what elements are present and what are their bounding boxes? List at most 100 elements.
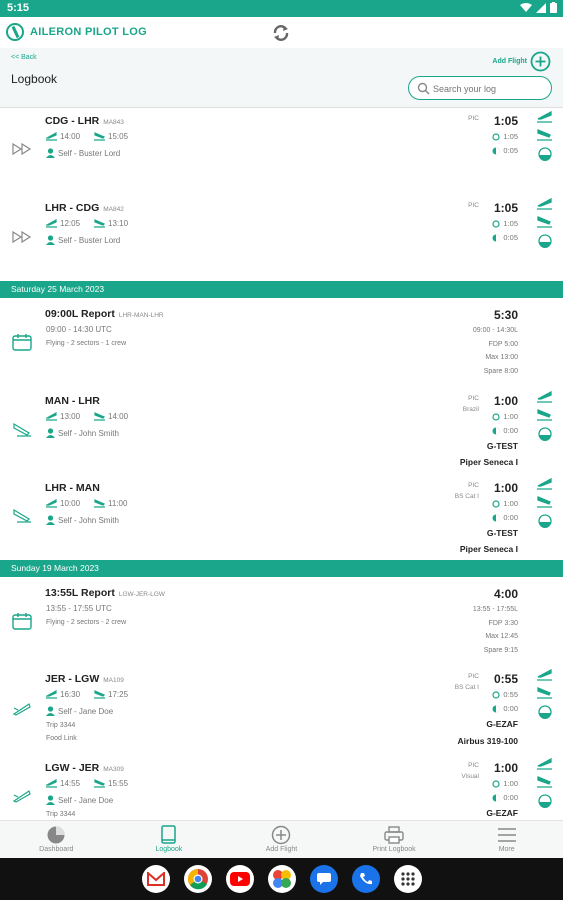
bottom-nav: Dashboard Logbook Add Flight Print Logbo… (0, 820, 563, 858)
half-circle-icon[interactable] (537, 794, 552, 808)
times-line: 12:05 13:10 (46, 219, 128, 228)
times-line: 14:00 15:05 (46, 132, 128, 141)
gmail-app-icon[interactable] (141, 865, 170, 893)
page-title: Logbook (11, 72, 58, 86)
plane-landing-icon (13, 508, 31, 523)
duty-block-time: 5:30 (493, 308, 518, 322)
logbook-toolbar: << Back Logbook Add Flight (0, 48, 563, 108)
landing-action-icon[interactable] (537, 496, 552, 508)
aircraft-registration: G-TEST (486, 528, 518, 538)
pic-time: 1:00 (492, 779, 518, 788)
duty-fdp: FDP 3:30 (488, 619, 518, 627)
crew-name: Self - Jane Doe (58, 795, 114, 805)
duty-row[interactable]: 09:00L Report LHR-MAN-LHR 09:00 - 14:30 U… (0, 298, 563, 386)
half-circle-icon[interactable] (537, 427, 552, 441)
takeoff-action-icon[interactable] (537, 478, 552, 490)
takeoff-action-icon[interactable] (537, 198, 552, 210)
logbook-list[interactable]: CDG - LHR MA843 14:00 15:05 Self - Buster… (0, 108, 563, 820)
landing-icon (94, 779, 106, 788)
pie-chart-icon (47, 826, 65, 844)
half-circle-icon[interactable] (537, 514, 552, 528)
landing-action-icon[interactable] (537, 409, 552, 421)
nav-more[interactable]: More (450, 821, 563, 858)
duty-title: 09:00L Report LHR-MAN-LHR (45, 308, 164, 320)
aileron-logo-icon (6, 23, 24, 41)
landing-action-icon[interactable] (537, 216, 552, 228)
fast-forward-icon (12, 143, 32, 155)
landing-icon (94, 412, 106, 421)
plane-landing-icon (13, 422, 31, 437)
approach-label: BS Cat I (454, 684, 479, 691)
arr-time: 11:00 (108, 499, 128, 508)
duty-row[interactable]: 13:55L Report LGW-JER-LGW 13:55 - 17:55 U… (0, 577, 563, 663)
takeoff-action-icon[interactable] (537, 391, 552, 403)
nav-print-logbook[interactable]: Print Logbook (338, 821, 451, 858)
flight-number: MA843 (103, 119, 124, 126)
moon-icon (492, 147, 500, 154)
moon-icon (492, 794, 500, 801)
route-label: LHR - CDG MA842 (45, 202, 124, 214)
chrome-app-icon[interactable] (183, 865, 212, 893)
date-section-header: Sunday 19 March 2023 (0, 560, 563, 577)
duty-route-tag: LHR-MAN-LHR (118, 312, 164, 319)
night-time: 0:05 (492, 146, 518, 155)
phone-app-icon[interactable] (351, 865, 380, 893)
role-label: PIC (468, 482, 479, 489)
takeoff-action-icon[interactable] (537, 111, 552, 123)
crew-name: Self - Buster Lord (58, 235, 121, 245)
dep-time: 16:30 (60, 690, 81, 699)
block-time: 1:00 (493, 394, 518, 408)
aircraft-registration: G-EZAF (486, 808, 518, 818)
flight-row[interactable]: LHR - CDG MA842 12:05 13:10 Self - Buster… (0, 195, 563, 281)
landing-icon (94, 499, 106, 508)
moon-icon (492, 234, 500, 241)
moon-icon (492, 514, 500, 521)
search-input[interactable] (433, 81, 545, 96)
nav-more-label: More (498, 846, 515, 853)
nav-logbook[interactable]: Logbook (113, 821, 226, 858)
duty-max: Max 13:00 (485, 354, 518, 362)
flight-row[interactable]: CDG - LHR MA843 14:00 15:05 Self - Buster… (0, 108, 563, 195)
messages-app-icon[interactable] (309, 865, 338, 893)
nav-print-logbook-label: Print Logbook (372, 846, 416, 853)
half-circle-icon[interactable] (537, 234, 552, 248)
half-circle-icon[interactable] (537, 147, 552, 161)
sync-icon[interactable] (271, 23, 291, 43)
landing-action-icon[interactable] (537, 129, 552, 141)
arr-time: 14:00 (108, 412, 129, 421)
takeoff-action-icon[interactable] (537, 758, 552, 770)
nav-dashboard[interactable]: Dashboard (0, 821, 113, 858)
duty-route-tag: LGW-JER-LGW (118, 591, 165, 598)
app-drawer-icon[interactable] (393, 865, 422, 893)
youtube-app-icon[interactable] (225, 865, 254, 893)
flight-row[interactable]: LGW - JER MA309 14:55 15:55 Self - Jane D… (0, 753, 563, 820)
landing-action-icon[interactable] (537, 776, 552, 788)
plane-takeoff-icon (12, 703, 31, 716)
crew-name: Self - Buster Lord (58, 148, 121, 158)
person-icon (46, 706, 55, 716)
search-box[interactable] (408, 76, 552, 100)
crew-name: Self - Jane Doe (58, 706, 114, 716)
sun-icon (492, 779, 500, 788)
duty-summary: 5:30 09:00 - 14:30L FDP 5:00 Max 13:00 S… (473, 306, 518, 378)
nav-add-flight-label: Add Flight (265, 846, 298, 853)
takeoff-action-icon[interactable] (537, 669, 552, 681)
aircraft-registration: G-TEST (486, 441, 518, 451)
add-flight-top-button[interactable]: Add Flight (492, 51, 551, 72)
approach-label: BS Cat I (454, 493, 479, 500)
menu-icon (497, 828, 516, 842)
crew-line: Self - John Smith (46, 428, 119, 438)
night-time: 0:00 (492, 513, 518, 522)
flight-row[interactable]: MAN - LHR 13:00 14:00 Self - John Smith … (0, 386, 563, 474)
nav-add-flight[interactable]: Add Flight (225, 821, 338, 858)
trip-label: Trip 3344 (46, 722, 76, 729)
person-icon (46, 235, 55, 245)
photos-app-icon[interactable] (267, 865, 296, 893)
landing-action-icon[interactable] (537, 687, 552, 699)
block-time: 0:55 (493, 672, 518, 686)
flight-row[interactable]: LHR - MAN 10:00 11:00 Self - John Smith … (0, 474, 563, 560)
back-link[interactable]: << Back (11, 54, 37, 61)
status-bar: 5:15 (0, 0, 563, 17)
flight-row[interactable]: JER - LGW MA109 16:30 17:25 Self - Jane D… (0, 663, 563, 753)
half-circle-icon[interactable] (537, 705, 552, 719)
